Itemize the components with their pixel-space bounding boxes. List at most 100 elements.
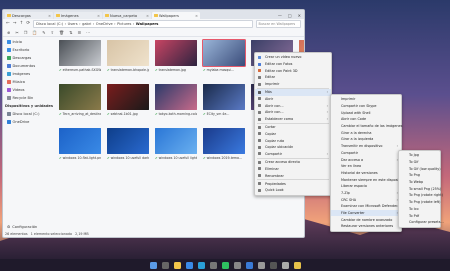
sidebar-drive[interactable]: OneDrive [3,118,53,126]
file-thumbnail[interactable]: ✔ethereum-pathak-SXGWT_9... [59,40,101,72]
context-menu-item[interactable]: Copiar ruta [255,137,331,144]
more-menu-item[interactable]: Mantener siempre en este dispositivo [331,176,405,183]
breadcrumb-segment[interactable]: gabri [82,22,91,26]
converter-menu-item[interactable]: To Ico [399,206,440,213]
context-menu-item[interactable]: Más › [255,88,331,96]
breadcrumb-segment[interactable]: Disco local (C:) [36,22,63,26]
mail-taskbar-icon[interactable] [245,261,253,269]
context-menu-item[interactable]: Abrir con... › [255,102,331,109]
more-menu-item[interactable]: Compartir con Skype [331,103,401,110]
more-menu-item[interactable]: Ver en línea [331,163,401,170]
app2-taskbar-icon[interactable] [233,261,241,269]
tab-3[interactable]: Wallpapers × [152,12,200,19]
tab-0[interactable]: Descargas × [5,12,53,19]
sidebar-item[interactable]: Escritorio [3,46,53,54]
close-tab-icon[interactable]: × [97,14,100,18]
context-menu-item[interactable]: Eliminar [255,166,331,173]
context-menu-item[interactable]: Crear acceso directo [255,159,331,166]
browser-taskbar-icon[interactable] [185,261,193,269]
cut-icon[interactable]: ✂ [15,30,18,35]
converter-menu-item[interactable]: To Jpg [399,152,440,159]
close-tab-icon[interactable]: × [195,14,198,18]
file-thumbnail[interactable]: ✔windows 10 usefull light.png [155,128,197,160]
more-menu-item[interactable]: Girar a la derecha [331,129,401,136]
close-tab-icon[interactable]: × [146,14,149,18]
sort-icon[interactable]: ⇅ [69,30,72,35]
context-menu-item[interactable]: Cortar [255,124,331,131]
spotify-taskbar-icon[interactable] [221,261,229,269]
more-menu-item[interactable]: Examinar con Microsoft Defender... [331,203,401,210]
breadcrumb-current[interactable]: Wallpapers [136,22,159,26]
more-menu-item[interactable]: Liberar espacio [331,183,401,190]
file-thumbnail[interactable]: ✔ windows 2019-tema... [203,128,245,160]
file-thumbnail[interactable]: ✔ mylaba mosqui... [202,39,246,72]
file-thumbnail[interactable]: ✔Tecn_arriving_at_destination... [59,84,101,116]
close-window-icon[interactable]: ✕ [298,13,301,18]
converter-menu-item[interactable]: To small Png (25%) [399,185,441,192]
converter-menu-item[interactable]: Configurar presets... [399,219,444,226]
more-options-icon[interactable]: ⋯ [86,30,90,35]
up-arrow-icon[interactable]: ↑ [20,21,24,26]
context-menu-item[interactable]: Abrir [255,96,331,103]
explorer-taskbar-icon[interactable] [173,261,181,269]
file-thumbnail[interactable]: ✔tokyo-koth-morning-colours... [155,84,197,116]
start-icon[interactable] [149,261,157,269]
sidebar-drive[interactable]: Disco local (C:) [3,110,53,118]
app-taskbar-icon[interactable] [209,261,217,269]
context-menu-item[interactable]: Establecer como › [255,116,331,123]
sidebar-item[interactable]: Imágenes [3,70,53,78]
refresh-icon[interactable]: ⟳ [26,21,30,26]
share-icon[interactable]: ⇪ [51,30,54,35]
app4-taskbar-icon[interactable] [293,261,301,269]
minimize-icon[interactable]: — [278,13,282,18]
breadcrumb-segment[interactable]: OneDrive [96,22,113,26]
converter-menu-item[interactable]: To Gif [399,159,440,166]
tab-2[interactable]: Nueva_carpeta × [103,12,151,19]
converter-menu-item[interactable]: To Png [399,172,440,179]
forward-arrow-icon[interactable]: → [13,21,17,26]
more-menu-item[interactable]: Historial de versiones [331,170,401,177]
rename-icon[interactable]: ✎ [42,30,45,35]
more-menu-item[interactable]: CRC SHA› [331,196,401,203]
sidebar-item[interactable]: Inicio [3,38,53,46]
sidebar-item[interactable]: Recycle Bin [3,94,53,102]
more-menu-item[interactable]: Cambiar de nombre avanzado [331,216,401,223]
view-icon[interactable]: ☰ [77,30,81,35]
settings-taskbar-icon[interactable] [257,261,265,269]
file-thumbnail[interactable]: ✔ ECity_sm 4e... [203,84,245,116]
sidebar-item[interactable]: Descargas [3,54,53,62]
tab-1[interactable]: Imágenes × [54,12,102,19]
converter-menu-item[interactable]: To Png (rotate left) [399,199,440,206]
back-arrow-icon[interactable]: ← [6,21,10,26]
context-menu-item[interactable]: Editar con Paint 3D [255,67,331,74]
converter-menu-item[interactable]: To Webp [399,179,440,186]
context-menu-item[interactable]: Compartir › [255,151,331,158]
context-menu-item[interactable]: Editar con Fotos [255,61,331,68]
more-menu-item[interactable]: Compartir [331,150,401,157]
context-menu-item[interactable]: Crear un vídeo nuevo [255,54,331,61]
file-thumbnail[interactable]: ✔ sebtnal-1b01.jpg [107,84,149,116]
breadcrumb-segment[interactable]: Pictures [117,22,131,26]
context-menu-item[interactable]: Imprimir [255,81,331,88]
converter-menu-item[interactable]: To Pdf [399,212,440,219]
context-menu-item[interactable]: Copiar [255,131,331,138]
more-menu-item[interactable]: Girar a la izquierda [331,136,401,143]
telegram-taskbar-icon[interactable] [197,261,205,269]
more-menu-item[interactable]: Restaurar versiones anteriores [331,223,401,230]
paste-icon[interactable]: 📋 [32,30,37,35]
delete-icon[interactable]: 🗑 [59,30,64,35]
context-menu-item[interactable]: Propiedades [255,180,331,187]
more-menu-item[interactable]: Cambiar el tamaño de las imágenes [331,123,402,130]
close-tab-icon[interactable]: × [48,14,51,18]
store-taskbar-icon[interactable] [269,261,277,269]
search-taskbar-icon[interactable] [161,261,169,269]
more-menu-item[interactable]: Abrir con Code [331,116,401,123]
sidebar-item[interactable]: Documentos [3,62,53,70]
settings-item[interactable]: ⚙ Configuración [3,223,37,231]
new-item-icon[interactable]: ⊕ [7,30,10,35]
file-thumbnail[interactable]: ✔ translateman-bhopale.jpg [107,40,149,72]
sidebar-item[interactable]: Música [3,78,53,86]
file-thumbnail[interactable]: ✔windows 10 usefull dark.png [107,128,149,160]
context-menu-item[interactable]: Quick Look [255,187,331,194]
context-menu-item[interactable]: Renombrar [255,172,331,179]
